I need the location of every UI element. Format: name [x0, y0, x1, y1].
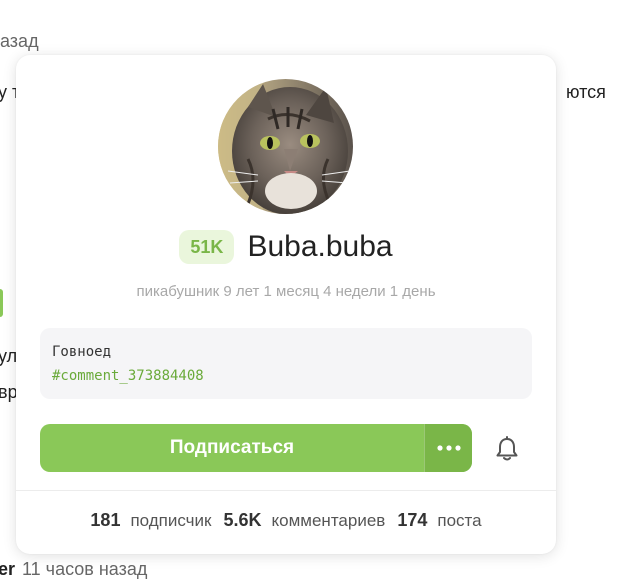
avatar[interactable]	[218, 79, 353, 214]
bg-text-right: ются	[566, 82, 606, 102]
stat-posts-value: 174	[397, 510, 428, 530]
bg-text-line4: вр	[0, 382, 18, 402]
more-options-button[interactable]	[424, 424, 472, 472]
ellipsis-icon	[436, 445, 461, 451]
subscribe-button[interactable]: Подписаться	[40, 424, 472, 472]
bell-icon	[496, 436, 518, 461]
stat-subscribers-value: 181	[90, 510, 121, 530]
profile-stats: 181 подписчик 5.6K комментариев 174 пост…	[16, 510, 556, 531]
stat-comments-label: комментариев	[271, 511, 386, 530]
user-note: Говноед #comment_373884408	[40, 328, 532, 399]
note-comment-link[interactable]: #comment_373884408	[52, 368, 204, 384]
bg-author[interactable]: er	[0, 559, 15, 580]
stat-comments-value: 5.6K	[223, 510, 262, 530]
rating-badge: 51K	[179, 230, 235, 264]
member-since: пикабушник 9 лет 1 месяц 4 недели 1 день	[136, 283, 436, 300]
stat-subscribers-label: подписчик	[130, 511, 212, 530]
profile-popup-card: 51K Buba.buba пикабушник 9 лет 1 месяц 4…	[16, 55, 556, 554]
subscribe-label: Подписаться	[169, 437, 295, 458]
username[interactable]: Buba.buba	[247, 230, 392, 264]
notifications-bell-button[interactable]	[490, 432, 524, 466]
note-text: Говноед	[52, 344, 112, 360]
card-divider	[16, 490, 556, 491]
avatar-cat-image	[218, 79, 353, 214]
bg-accent-marker	[0, 289, 3, 317]
bg-time-top: азад	[0, 31, 39, 51]
bg-text-line3: ул	[0, 346, 18, 366]
profile-name-row: 51K Buba.buba	[16, 227, 556, 267]
bg-time-ago: 11 часов назад	[22, 559, 148, 579]
stat-posts-label: поста	[437, 511, 482, 530]
